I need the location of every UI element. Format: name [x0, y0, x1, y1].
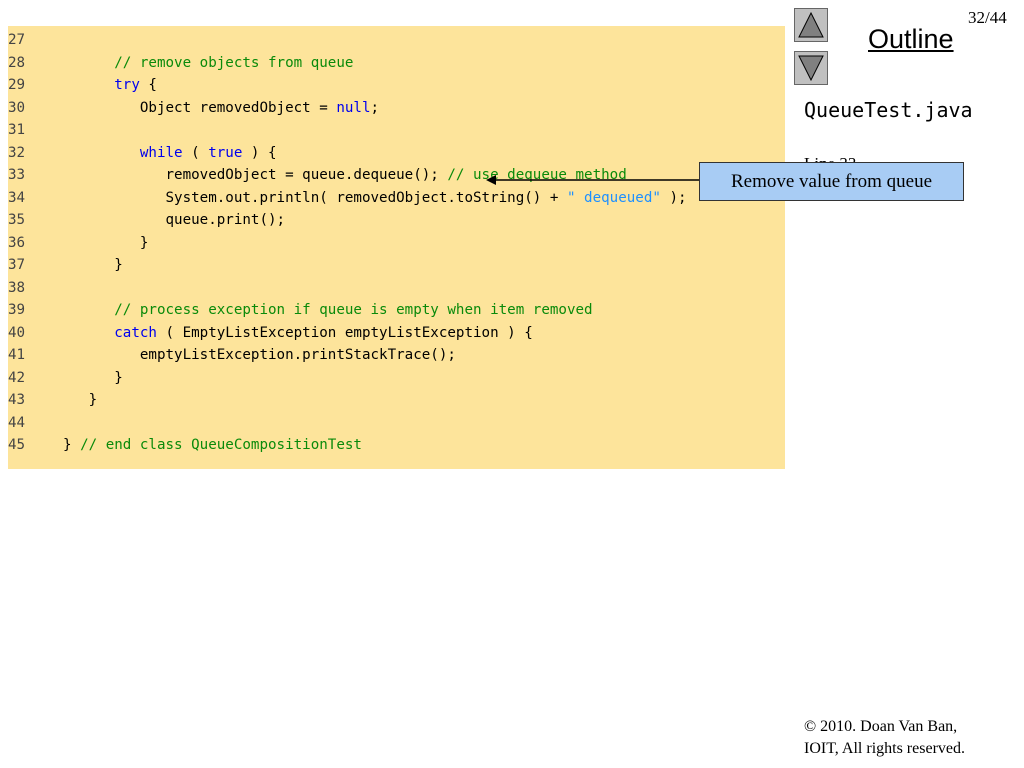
code-text: Object removedObject = null; [63, 97, 379, 119]
line-number: 40 [8, 324, 26, 341]
code-keyword: while [139, 144, 183, 161]
code-token: removedObject = queue.dequeue(); [63, 167, 448, 183]
code-text: try { [63, 74, 157, 96]
code-token: ) { [242, 144, 277, 161]
line-number: 44 [8, 414, 26, 431]
callout-box: Remove value from queue [699, 162, 964, 201]
line-number: 34 [8, 189, 26, 206]
code-token: } [63, 369, 123, 386]
code-text: // process exception if queue is empty w… [63, 299, 593, 321]
code-token: System.out.println( removedObject.toStri… [63, 189, 567, 206]
code-token: { [139, 77, 157, 93]
code-token: } [63, 437, 81, 453]
line-number: 30 [8, 99, 26, 116]
copyright-line-1: © 2010. Doan Van Ban, [804, 718, 958, 735]
code-comment: // process exception if queue is empty w… [63, 302, 593, 318]
line-number: 38 [8, 279, 26, 296]
outline-link[interactable]: Outline [868, 24, 954, 55]
line-number: 29 [8, 77, 26, 93]
code-text: } [63, 389, 98, 411]
code-comment: // end class QueueCompositionTest [80, 437, 362, 453]
code-token: } [63, 392, 98, 408]
line-number: 27 [8, 32, 26, 48]
line-number: 33 [8, 167, 26, 183]
code-token: ( EmptyListException emptyListException … [156, 324, 533, 341]
code-token: emptyListException.printStackTrace(); [63, 347, 456, 363]
line-number: 43 [8, 392, 26, 408]
copyright-line-2: IOIT, All rights reserved. [804, 740, 965, 757]
code-text: catch ( EmptyListException emptyListExce… [63, 322, 533, 344]
line-number: 28 [8, 54, 26, 71]
code-keyword: null [336, 99, 371, 116]
code-keyword: true [208, 144, 243, 161]
previous-slide-button[interactable] [794, 8, 828, 42]
code-token: Object removedObject = [63, 99, 337, 116]
code-keyword: try [114, 77, 140, 93]
next-slide-button[interactable] [794, 51, 828, 85]
callout-arrow [486, 175, 700, 185]
triangle-down-icon [798, 55, 824, 82]
code-text: emptyListException.printStackTrace(); [63, 344, 456, 366]
code-token: queue.print(); [63, 212, 286, 228]
code-text: } // end class QueueCompositionTest [63, 434, 362, 456]
code-string: " dequeued" [566, 189, 661, 206]
line-number: 37 [8, 257, 26, 273]
line-number: 31 [8, 122, 26, 138]
line-number: 39 [8, 302, 26, 318]
line-number: 45 [8, 437, 26, 453]
file-name: QueueTest.java [804, 98, 973, 122]
code-text: System.out.println( removedObject.toStri… [63, 187, 687, 209]
copyright-notice: © 2010. Doan Van Ban, IOIT, All rights r… [804, 716, 965, 760]
code-text: // remove objects from queue [63, 52, 353, 74]
triangle-up-icon [798, 11, 824, 38]
page-number: 32/44 [968, 8, 1007, 27]
code-text: } [63, 254, 123, 276]
code-keyword: catch [114, 324, 157, 341]
code-comment: // remove objects from queue [63, 54, 354, 71]
code-token: ( [182, 144, 209, 161]
line-number: 36 [8, 234, 26, 251]
code-text: while ( true ) { [63, 142, 277, 164]
code-text: } [63, 367, 123, 389]
code-token: ); [660, 189, 687, 206]
line-number: 42 [8, 369, 26, 386]
code-token: } [63, 257, 123, 273]
code-token: ; [370, 99, 380, 116]
line-number: 32 [8, 144, 26, 161]
code-text: } [63, 232, 149, 254]
code-token: } [63, 234, 149, 251]
line-number: 41 [8, 347, 26, 363]
code-text: queue.print(); [63, 209, 285, 231]
line-number: 35 [8, 212, 26, 228]
